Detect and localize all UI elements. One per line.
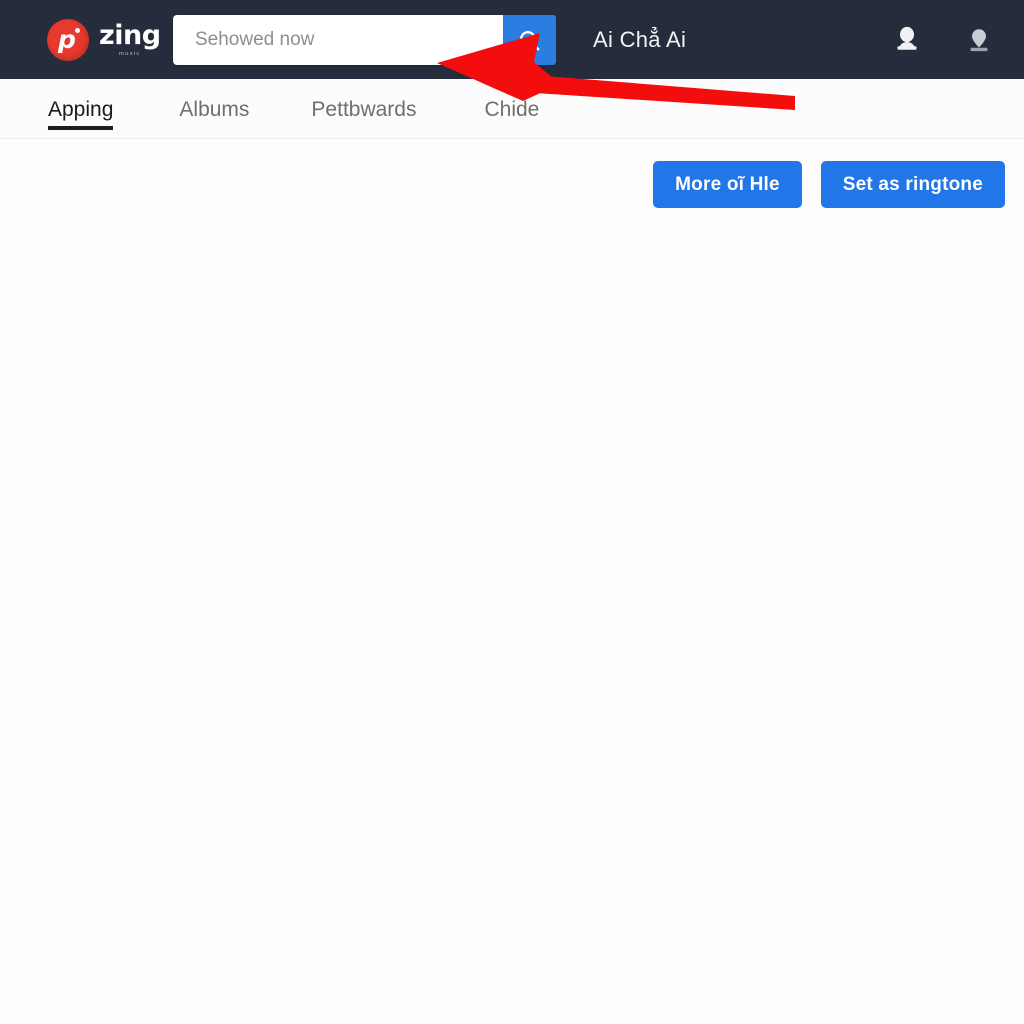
search-input[interactable] <box>173 15 503 65</box>
wordmark-subtext: music <box>118 51 141 57</box>
wordmark-text: zing <box>99 20 161 51</box>
logo-letter: p <box>58 24 76 54</box>
tab-pettbwards[interactable]: Pettbwards <box>311 79 416 139</box>
app-header: p zing music Ai Chẳ Ai <box>0 0 1024 79</box>
user-icon-button[interactable] <box>890 21 924 59</box>
zing-logo-icon: p <box>47 18 89 61</box>
tab-label: Apping <box>48 98 114 121</box>
tab-label: Pettbwards <box>311 98 417 121</box>
header-icon-group <box>890 0 996 79</box>
action-button-group: More oĩ Hle Set as ringtone <box>653 161 1005 208</box>
location-pin-icon-button[interactable] <box>962 21 996 59</box>
tab-chide[interactable]: Chide <box>484 79 539 139</box>
search-icon <box>520 30 540 51</box>
logo-dot-icon <box>75 27 80 33</box>
page-title: Ai Chẳ Ai <box>593 26 687 52</box>
location-pin-icon <box>970 28 988 51</box>
tab-list: Apping Albums Pettbwards Chide <box>0 79 539 139</box>
user-icon <box>897 26 917 50</box>
tab-apping[interactable]: Apping <box>48 79 114 139</box>
tab-label: Albums <box>179 98 250 121</box>
main-content <box>0 140 1024 1024</box>
search-bar[interactable] <box>173 15 556 65</box>
tab-navigation: Apping Albums Pettbwards Chide <box>0 79 1024 139</box>
tab-label: Chide <box>484 98 540 121</box>
more-of-file-button[interactable]: More oĩ Hle <box>653 161 802 208</box>
wordmark: zing music <box>99 22 161 57</box>
search-button[interactable] <box>503 15 556 65</box>
brand-logo[interactable]: p zing music <box>47 0 161 79</box>
tab-albums[interactable]: Albums <box>179 79 249 139</box>
set-as-ringtone-button[interactable]: Set as ringtone <box>820 161 1005 208</box>
